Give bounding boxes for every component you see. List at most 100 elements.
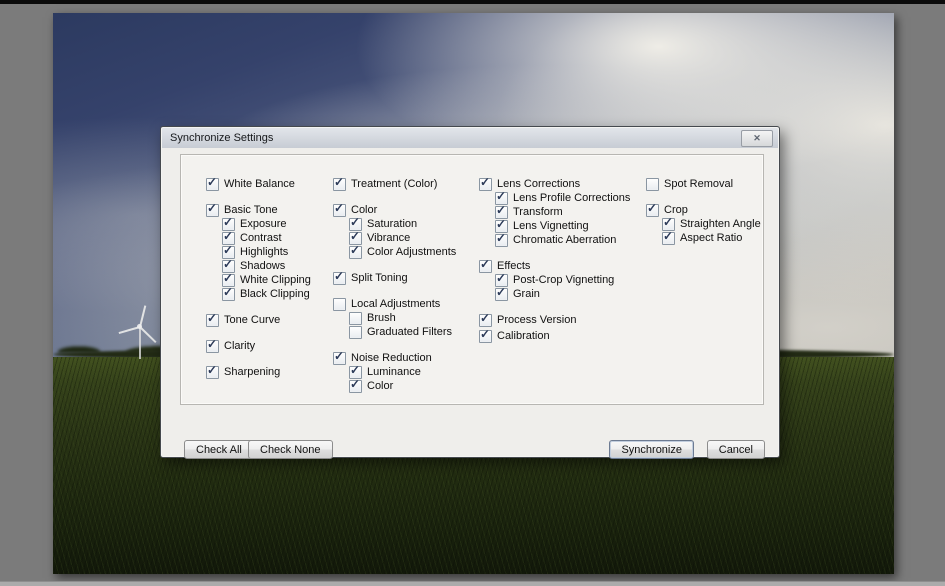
checkbox-label[interactable]: Noise Reduction	[351, 352, 432, 364]
app-background: Synchronize Settings ✕ ✓ White Balance ✓Ba…	[0, 0, 945, 586]
checkbox-label[interactable]: White Balance	[224, 178, 295, 190]
checkbox-label[interactable]: Shadows	[240, 260, 285, 272]
checkbox-item[interactable]: ✓ Black Clipping	[222, 287, 311, 301]
checkbox-item[interactable]: ✓ Grain	[495, 287, 630, 301]
checkbox-item[interactable]: ✓ Saturation	[349, 217, 456, 231]
checkbox-checked[interactable]: ✓	[646, 204, 659, 217]
synchronize-button[interactable]: Synchronize	[609, 440, 694, 459]
checkbox-unchecked[interactable]	[349, 312, 362, 325]
checkbox-item[interactable]: ✓ Process Version	[479, 313, 630, 327]
checkbox-label[interactable]: Black Clipping	[240, 288, 310, 300]
checkbox-item[interactable]: ✓Vibrance	[349, 231, 456, 245]
checkbox-unchecked[interactable]	[349, 326, 362, 339]
checkbox-item[interactable]: ✓White Clipping	[222, 273, 311, 287]
checkbox-label[interactable]: White Clipping	[240, 274, 311, 286]
checkbox-label[interactable]: Transform	[513, 206, 563, 218]
checkbox-item[interactable]: ✓ Color	[349, 379, 456, 393]
checkbox-item[interactable]: ✓Highlights	[222, 245, 311, 259]
checkbox-checked[interactable]: ✓	[333, 204, 346, 217]
checkbox-label[interactable]: Graduated Filters	[367, 326, 452, 338]
checkbox-item[interactable]: Spot Removal	[646, 177, 761, 191]
checkbox-label[interactable]: Lens Profile Corrections	[513, 192, 630, 204]
checkbox-label[interactable]: Calibration	[497, 330, 550, 342]
setting-group: ✓Effects✓Post-Crop Vignetting✓Grain	[479, 259, 630, 301]
checkbox-checked[interactable]: ✓	[206, 204, 219, 217]
checkbox-item[interactable]: ✓Lens Profile Corrections	[495, 191, 630, 205]
checkbox-checked[interactable]: ✓	[333, 272, 346, 285]
checkbox-item[interactable]: ✓ Calibration	[479, 329, 630, 343]
checkbox-checked[interactable]: ✓	[333, 352, 346, 365]
checkbox-checked[interactable]: ✓	[479, 330, 492, 343]
checkbox-label[interactable]: Split Toning	[351, 272, 408, 284]
checkbox-checked[interactable]: ✓	[349, 246, 362, 259]
checkbox-checked[interactable]: ✓	[206, 340, 219, 353]
checkbox-item[interactable]: ✓Shadows	[222, 259, 311, 273]
checkbox-label[interactable]: Chromatic Aberration	[513, 234, 616, 246]
checkbox-label[interactable]: Highlights	[240, 246, 288, 258]
check-none-button[interactable]: Check None	[248, 440, 333, 459]
checkbox-item[interactable]: ✓ Color Adjustments	[349, 245, 456, 259]
checkbox-item[interactable]: ✓ Sharpening	[206, 365, 311, 379]
checkbox-item[interactable]: ✓Post-Crop Vignetting	[495, 273, 630, 287]
checkbox-item[interactable]: ✓ White Balance	[206, 177, 311, 191]
checkbox-checked[interactable]: ✓	[479, 314, 492, 327]
checkbox-label[interactable]: Tone Curve	[224, 314, 280, 326]
checkbox-label[interactable]: Local Adjustments	[351, 298, 440, 310]
checkbox-label[interactable]: Straighten Angle	[680, 218, 761, 230]
checkbox-item[interactable]: Graduated Filters	[349, 325, 456, 339]
checkbox-checked[interactable]: ✓	[495, 288, 508, 301]
checkbox-item[interactable]: ✓Luminance	[349, 365, 456, 379]
checkbox-item[interactable]: ✓ Treatment (Color)	[333, 177, 456, 191]
checkbox-item[interactable]: ✓ Clarity	[206, 339, 311, 353]
checkbox-item[interactable]: ✓Transform	[495, 205, 630, 219]
checkbox-label[interactable]: Color Adjustments	[367, 246, 456, 258]
checkbox-label[interactable]: Contrast	[240, 232, 282, 244]
checkbox-label[interactable]: Aspect Ratio	[680, 232, 742, 244]
checkbox-checked[interactable]: ✓	[479, 260, 492, 273]
checkbox-item[interactable]: ✓Exposure	[222, 217, 311, 231]
checkbox-label[interactable]: Lens Vignetting	[513, 220, 589, 232]
checkbox-label[interactable]: Vibrance	[367, 232, 410, 244]
checkbox-unchecked[interactable]	[646, 178, 659, 191]
checkbox-checked[interactable]: ✓	[349, 380, 362, 393]
checkbox-checked[interactable]: ✓	[206, 366, 219, 379]
checkbox-checked[interactable]: ✓	[206, 314, 219, 327]
checkbox-item[interactable]: ✓ Split Toning	[333, 271, 456, 285]
checkmark-icon: ✓	[350, 216, 360, 228]
checkbox-item[interactable]: ✓Basic Tone	[206, 203, 311, 217]
setting-group: Spot Removal	[646, 177, 761, 191]
checkbox-checked[interactable]: ✓	[206, 178, 219, 191]
dialog-titlebar[interactable]: Synchronize Settings ✕	[162, 128, 778, 149]
checkbox-item[interactable]: ✓ Tone Curve	[206, 313, 311, 327]
checkbox-label[interactable]: Color	[367, 380, 393, 392]
checkbox-label[interactable]: Exposure	[240, 218, 286, 230]
checkbox-label[interactable]: Luminance	[367, 366, 421, 378]
checkbox-unchecked[interactable]	[333, 298, 346, 311]
checkbox-item[interactable]: Brush	[349, 311, 456, 325]
close-button[interactable]: ✕	[741, 130, 773, 147]
checkbox-label[interactable]: Clarity	[224, 340, 255, 352]
checkbox-checked[interactable]: ✓	[333, 178, 346, 191]
checkbox-checked[interactable]: ✓	[222, 288, 235, 301]
settings-column-2: ✓Treatment (Color)✓Color✓Saturation✓Vibr…	[333, 177, 456, 393]
checkbox-label[interactable]: Spot Removal	[664, 178, 733, 190]
checkbox-label[interactable]: Treatment (Color)	[351, 178, 437, 190]
checkbox-checked[interactable]: ✓	[479, 178, 492, 191]
checkbox-label[interactable]: Saturation	[367, 218, 417, 230]
cancel-button[interactable]: Cancel	[707, 440, 765, 459]
checkbox-label[interactable]: Post-Crop Vignetting	[513, 274, 614, 286]
check-all-button[interactable]: Check All	[184, 440, 254, 459]
checkbox-label[interactable]: Process Version	[497, 314, 576, 326]
checkbox-item[interactable]: ✓ Chromatic Aberration	[495, 233, 630, 247]
checkbox-item[interactable]: Local Adjustments	[333, 297, 456, 311]
checkbox-label[interactable]: Brush	[367, 312, 396, 324]
checkbox-item[interactable]: ✓Contrast	[222, 231, 311, 245]
checkbox-checked[interactable]: ✓	[662, 232, 675, 245]
checkbox-label[interactable]: Grain	[513, 288, 540, 300]
checkbox-item[interactable]: ✓Lens Vignetting	[495, 219, 630, 233]
checkbox-label[interactable]: Lens Corrections	[497, 178, 580, 190]
checkbox-item[interactable]: ✓Straighten Angle	[662, 217, 761, 231]
checkbox-checked[interactable]: ✓	[495, 234, 508, 247]
checkbox-label[interactable]: Sharpening	[224, 366, 280, 378]
checkbox-item[interactable]: ✓ Aspect Ratio	[662, 231, 761, 245]
